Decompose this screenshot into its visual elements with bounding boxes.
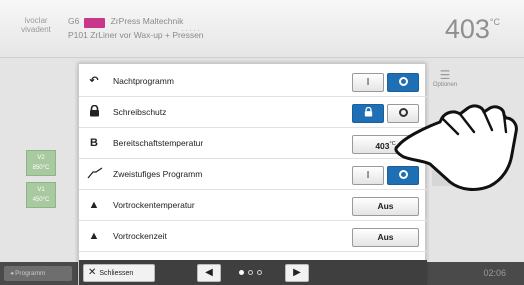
clock-readout: 02:06 (483, 268, 506, 278)
page-dot (248, 270, 253, 275)
predry-temperature-button[interactable]: Aus (352, 197, 419, 216)
program-title: ZrPress Maltechnik (110, 16, 184, 26)
row-night-program: ↶ Nachtprogramm I (79, 66, 427, 97)
options-button[interactable]: ☰ Optionen (430, 68, 460, 88)
brand-logo: ····· ivoclar vivadent (21, 16, 201, 35)
next-page-button[interactable]: ▶ (285, 264, 309, 282)
off-ring-icon (398, 76, 408, 86)
lock-icon (87, 104, 101, 119)
row-standby-temperature: B Bereitschaftstemperatur 403°C (79, 128, 427, 159)
page-indicator (239, 270, 273, 276)
night-program-icon: ↶ (89, 75, 99, 87)
arrow-left-icon: ◀ (205, 267, 213, 278)
current-temperature: 403°C (444, 14, 500, 44)
row-predry-temperature: ▲ Vortrockentemperatur Aus (79, 190, 427, 221)
close-icon: ✕ (88, 267, 97, 278)
two-stage-icon (87, 167, 103, 181)
program-info: G6 ZrPress Maltechnik P101 ZrLiner vor W… (68, 14, 204, 42)
stage-chip-v2: V2 850°C (26, 150, 56, 176)
row-predry-time: ▲ Vortrockenzeit Aus (79, 221, 427, 252)
previous-page-button[interactable]: ◀ (197, 264, 221, 282)
page-dot (257, 270, 262, 275)
options-icon: ☰ (439, 68, 451, 82)
pointing-hand-icon (394, 104, 518, 191)
dialog-footer: ✕ Schliessen ◀ ▶ (79, 260, 427, 285)
program-number: P101 (68, 30, 88, 40)
row-two-stage-program: Zweistufiges Programm I (79, 159, 427, 190)
toggle-on-button[interactable]: I (352, 73, 384, 92)
program-options-dialog: ↶ Nachtprogramm I Schreibschutz B Bereit… (78, 63, 427, 285)
row-write-protection: Schreibschutz (79, 97, 427, 128)
predry-temperature-icon: ▲ (88, 199, 100, 211)
program-badge (83, 18, 106, 28)
arrow-right-icon: ▶ (293, 267, 301, 278)
program-back-button[interactable]: ◂ Programm (4, 266, 72, 281)
standby-b-icon: B (90, 137, 98, 149)
close-button[interactable]: ✕ Schliessen (83, 264, 155, 282)
furnace-screen: ····· ivoclar vivadent G6 ZrPress Maltec… (0, 0, 524, 285)
program-code: G6 (68, 16, 80, 26)
page-dot (239, 270, 244, 275)
stage-chip-v1: V1 450°C (26, 182, 56, 208)
program-subtitle: ZrLiner vor Wax-up + Pressen (90, 30, 204, 40)
toggle-lock-on-button[interactable] (352, 104, 384, 123)
temperature-unit: °C (489, 17, 500, 27)
toggle-on-button[interactable]: I (352, 166, 384, 185)
predry-time-icon: ▲ (88, 230, 100, 242)
predry-time-button[interactable]: Aus (352, 228, 419, 247)
header-bar: ····· ivoclar vivadent G6 ZrPress Maltec… (0, 0, 524, 58)
